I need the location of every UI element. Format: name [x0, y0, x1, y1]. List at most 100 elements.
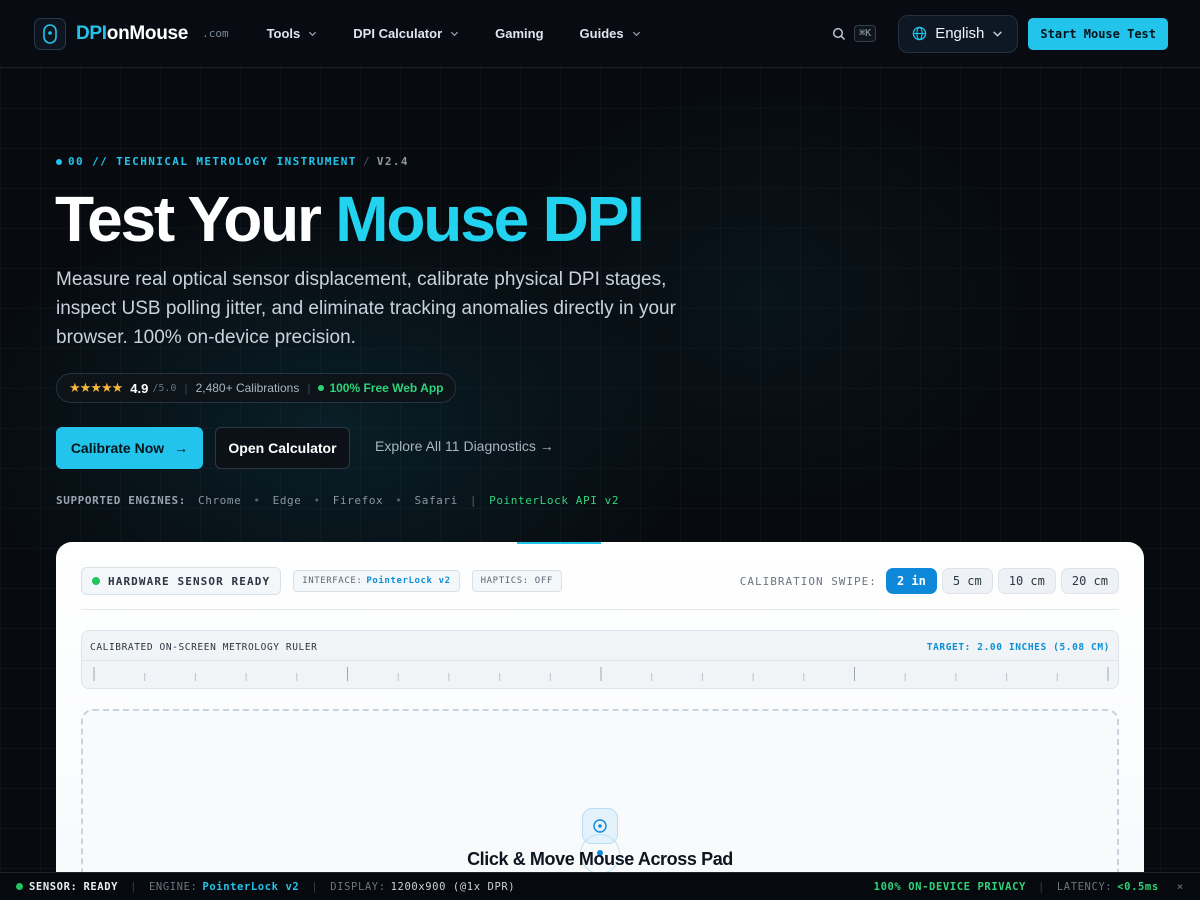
bullet: • — [395, 494, 403, 507]
header-actions: ⌘K English Start Mouse Test — [832, 14, 1168, 53]
status-dot — [16, 883, 23, 890]
top-navbar: DPIonMouse .com Tools DPI Calculator Gam… — [0, 0, 1200, 68]
eyebrow-separator: / — [362, 155, 371, 168]
star-rating-icon: ★★★★★ — [69, 380, 123, 395]
explore-diagnostics-link[interactable]: Explore All 11 Diagnostics → — [375, 438, 554, 454]
calibration-count: 2,480+ Calibrations — [195, 381, 300, 395]
rating-badge: ★★★★★ 4.9 /5.0 | 2,480+ Calibrations | 1… — [56, 373, 457, 403]
engine-edge: Edge — [272, 494, 302, 507]
arrow-right-icon: → — [174, 440, 189, 456]
nav-item-guides[interactable]: Guides — [580, 26, 659, 41]
card-accent-line — [517, 542, 601, 544]
nav-item-tools[interactable]: Tools — [267, 26, 336, 41]
hero-eyebrow: 00 // TECHNICAL METROLOGY INSTRUMENT / V… — [56, 155, 409, 168]
nav-item-gaming[interactable]: Gaming — [495, 26, 561, 41]
version-label: V2.4 — [376, 155, 409, 168]
divider: | — [130, 880, 137, 893]
title-plain: Test Your — [55, 183, 336, 255]
swipe-option-20cm[interactable]: 20 cm — [1060, 568, 1119, 594]
supported-engines: SUPPORTED ENGINES: Chrome • Edge • Firef… — [56, 494, 619, 507]
search-button[interactable]: ⌘K — [832, 25, 877, 42]
start-mouse-test-button[interactable]: Start Mouse Test — [1028, 17, 1168, 50]
engine-value: PointerLock v2 — [202, 880, 300, 893]
display-key: DISPLAY: — [330, 880, 386, 893]
title-accent: Mouse DPI — [335, 183, 645, 255]
engines-label: SUPPORTED ENGINES: — [56, 494, 187, 507]
brand-name-accent: DPI — [76, 22, 107, 44]
brand-name-rest: onMouse — [106, 22, 189, 44]
search-shortcut: ⌘K — [854, 25, 877, 42]
sensor-status: SENSOR: READY — [16, 881, 118, 893]
divider: | — [1037, 880, 1045, 893]
interface-key: INTERFACE: — [302, 576, 363, 586]
engine-chrome: Chrome — [198, 494, 242, 507]
engine-firefox: Firefox — [332, 494, 384, 507]
chevron-down-icon — [632, 31, 640, 37]
nav-item-label: DPI Calculator — [353, 26, 443, 41]
bullet: • — [253, 494, 261, 507]
mouse-icon — [34, 17, 66, 50]
calibration-swipe-selector: CALIBRATION SWIPE: 2 in 5 cm 10 cm 20 cm — [740, 568, 1119, 594]
nav-item-label: Tools — [266, 26, 301, 41]
status-bar: SENSOR: READY | ENGINE: PointerLock v2 |… — [0, 872, 1200, 900]
latency-value: <0.5ms — [1117, 880, 1159, 893]
divider: | — [469, 494, 478, 507]
interface-tag: INTERFACE: PointerLock v2 — [293, 570, 460, 592]
ruler-header: CALIBRATED ON-SCREEN METROLOGY RULER TAR… — [90, 642, 1110, 653]
display-value: 1200x900 (@1x DPR) — [390, 880, 516, 893]
language-selector[interactable]: English — [898, 14, 1019, 53]
rating-score: 4.9 — [130, 380, 149, 396]
brand-tld: .com — [202, 27, 229, 40]
swipe-option-10cm[interactable]: 10 cm — [997, 568, 1056, 594]
haptics-toggle[interactable]: HAPTICS: OFF — [471, 570, 562, 592]
nav-item-label: Guides — [579, 26, 624, 41]
swipe-option-2in[interactable]: 2 in — [885, 568, 937, 594]
sensor-status-badge: HARDWARE SENSOR READY — [81, 567, 282, 595]
main-nav: Tools DPI Calculator Gaming Guides — [267, 26, 677, 41]
brand-name: DPIonMouse — [76, 23, 188, 45]
divider: | — [184, 381, 188, 395]
page-title: Test Your Mouse DPI — [55, 183, 645, 255]
chevron-down-icon — [993, 31, 1003, 37]
divider: | — [311, 880, 319, 893]
eyebrow-text: 00 // TECHNICAL METROLOGY INSTRUMENT — [68, 155, 357, 168]
rating-out-of: /5.0 — [152, 382, 177, 394]
api-label: PointerLock API v2 — [489, 494, 620, 507]
open-calculator-button[interactable]: Open Calculator — [215, 427, 350, 469]
nav-item-dpi-calculator[interactable]: DPI Calculator — [353, 26, 477, 41]
globe-icon — [912, 26, 927, 41]
close-icon[interactable]: × — [1177, 880, 1184, 893]
status-dot — [318, 385, 325, 391]
hero-subtitle: Measure real optical sensor displacement… — [56, 269, 676, 348]
eyebrow-dot — [56, 158, 62, 165]
sensor-value: READY — [83, 880, 119, 893]
divider: | — [307, 381, 311, 395]
pad-prompt: Click & Move Mouse Across Pad — [467, 849, 733, 869]
chevron-down-icon — [451, 31, 459, 37]
haptics-label: HAPTICS: OFF — [480, 576, 553, 586]
swipe-option-5cm[interactable]: 5 cm — [941, 568, 993, 594]
free-app-label: 100% Free Web App — [329, 381, 444, 395]
privacy-label: 100% ON-DEVICE PRIVACY — [873, 880, 1026, 893]
engine-key: ENGINE: — [148, 880, 198, 893]
status-dot — [92, 577, 100, 585]
button-label: Calibrate Now — [70, 440, 165, 456]
nav-item-label: Gaming — [495, 26, 544, 41]
metrology-ruler: CALIBRATED ON-SCREEN METROLOGY RULER TAR… — [81, 630, 1119, 689]
status-bar-right: 100% ON-DEVICE PRIVACY | LATENCY: <0.5ms… — [874, 880, 1184, 893]
search-icon — [833, 27, 846, 40]
swipe-label: CALIBRATION SWIPE: — [739, 574, 877, 588]
logo[interactable]: DPIonMouse .com — [34, 17, 229, 50]
chevron-down-icon — [309, 31, 317, 37]
language-label: English — [935, 25, 985, 42]
calibrate-now-button[interactable]: Calibrate Now → — [56, 427, 203, 469]
tester-status-row: HARDWARE SENSOR READY INTERFACE: Pointer… — [81, 567, 1119, 595]
sensor-status-label: HARDWARE SENSOR READY — [108, 574, 271, 588]
sensor-key: SENSOR: — [29, 880, 78, 893]
ruler-target: TARGET: 2.00 INCHES (5.08 CM) — [926, 642, 1110, 653]
latency-key: LATENCY: — [1056, 880, 1113, 893]
interface-value: PointerLock v2 — [366, 576, 451, 586]
bullet: • — [313, 494, 321, 507]
ruler-ticks — [93, 667, 1109, 681]
ruler-label: CALIBRATED ON-SCREEN METROLOGY RULER — [90, 642, 318, 653]
